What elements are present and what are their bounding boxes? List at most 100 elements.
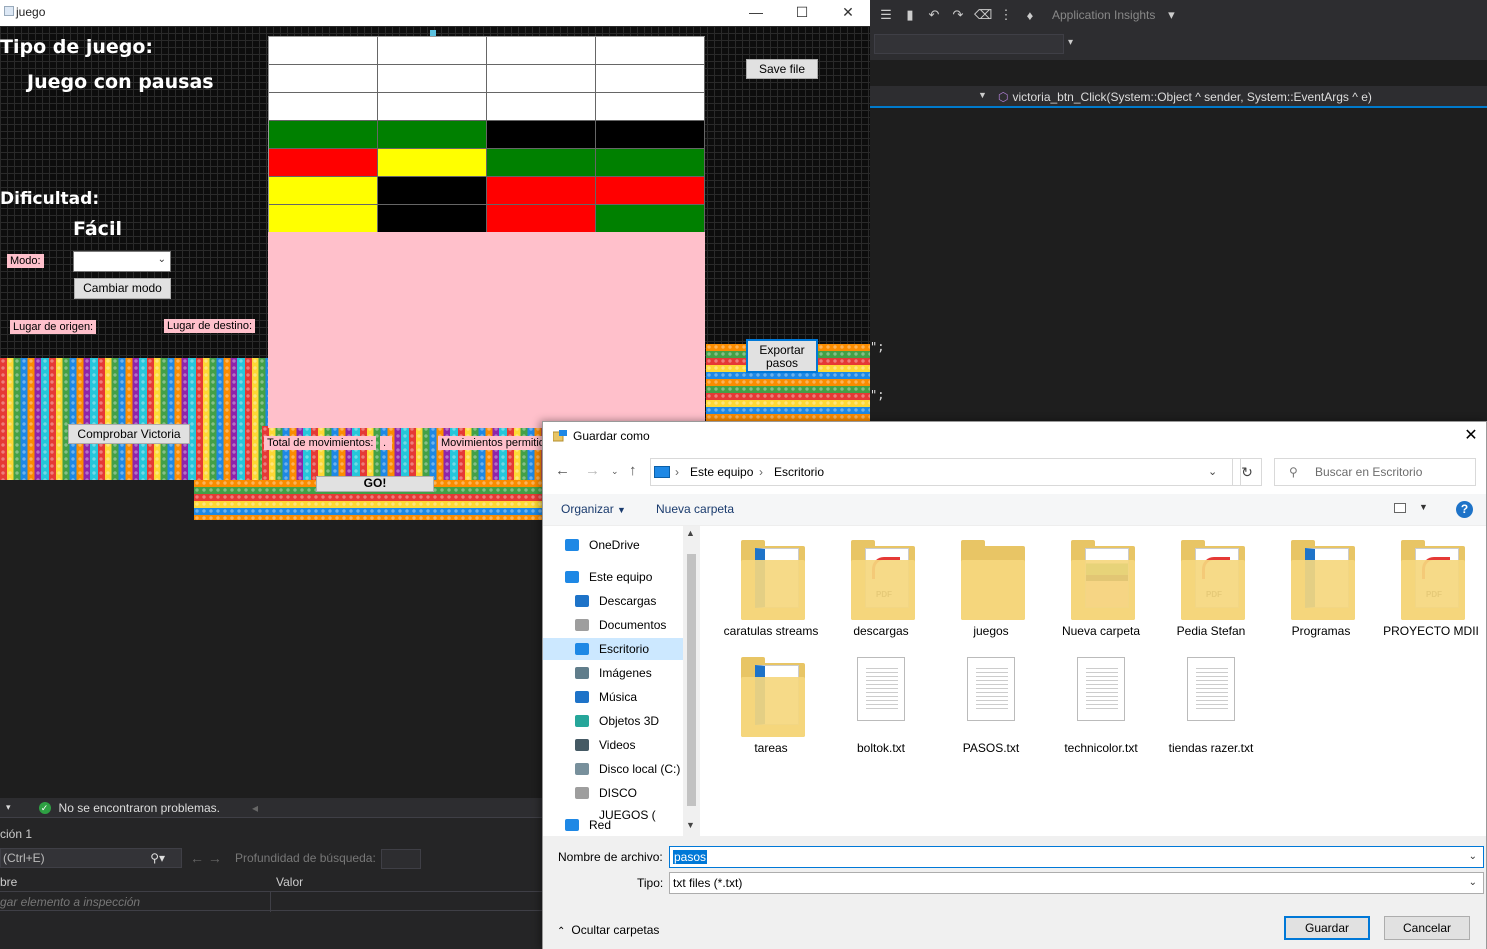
depth-combo[interactable] <box>381 849 421 869</box>
hide-folders-button[interactable]: ⌃ Ocultar carpetas <box>557 923 659 937</box>
tree-item[interactable]: OneDrive <box>543 534 683 556</box>
close-button[interactable]: ✕ <box>1456 422 1486 450</box>
back-icon[interactable]: ← <box>555 462 570 479</box>
dialog-titlebar[interactable]: Guardar como ✕ <box>543 422 1486 450</box>
cambiar-modo-button[interactable]: Cambiar modo <box>74 278 171 299</box>
board-cell[interactable] <box>487 65 596 93</box>
board-cell[interactable] <box>487 149 596 177</box>
breadcrumb-este-equipo[interactable]: Este equipo <box>690 459 753 485</box>
code-editor[interactable]: "; "; <box>870 108 1487 422</box>
save-button[interactable]: Guardar <box>1284 916 1370 940</box>
board-cell[interactable] <box>269 37 378 65</box>
watch-search-input[interactable]: (Ctrl+E) ⚲▾ <box>0 848 182 868</box>
chevron-right-icon[interactable]: › <box>675 459 679 485</box>
board-cell[interactable] <box>596 177 705 205</box>
tree-item[interactable]: Música <box>543 686 683 708</box>
board-cell[interactable] <box>378 177 487 205</box>
minimize-button[interactable]: — <box>733 2 779 24</box>
chevron-down-icon[interactable]: ▼ <box>978 90 987 100</box>
tree-item[interactable]: Objetos 3D <box>543 710 683 732</box>
tree-item[interactable]: Escritorio <box>543 638 683 660</box>
recent-locations-icon[interactable]: ⌄ <box>611 466 619 477</box>
board-cell[interactable] <box>487 93 596 121</box>
vs-config-combo[interactable] <box>874 34 1064 54</box>
board-cell[interactable] <box>596 205 705 233</box>
folder-item[interactable]: PDF PROYECTO MDII <box>1376 538 1486 638</box>
board-cell[interactable] <box>487 177 596 205</box>
search-icon[interactable]: ⚲▾ <box>150 849 165 867</box>
filename-input[interactable]: pasos ⌄ <box>669 846 1484 868</box>
board-cell[interactable] <box>378 37 487 65</box>
chevron-down-icon[interactable]: ⌄ <box>1469 847 1477 867</box>
exportar-pasos-button[interactable]: Exportar pasos <box>746 339 818 373</box>
board-cell[interactable] <box>487 37 596 65</box>
filetype-select[interactable]: txt files (*.txt) ⌄ <box>669 872 1484 894</box>
up-icon[interactable]: ↑ <box>629 462 637 479</box>
organizar-button[interactable]: Organizar ▼ <box>561 502 626 516</box>
chevron-right-icon[interactable]: › <box>759 459 763 485</box>
tree-item[interactable]: Documentos <box>543 614 683 636</box>
file-item[interactable]: PASOS.txt <box>936 655 1046 755</box>
close-button[interactable]: ✕ <box>825 2 871 24</box>
search-nav-arrows[interactable]: ← → <box>190 850 222 866</box>
file-item[interactable]: tiendas razer.txt <box>1156 655 1266 755</box>
folder-item[interactable]: juegos <box>936 538 1046 638</box>
scroll-thumb[interactable] <box>687 554 696 806</box>
comprobar-victoria-button[interactable]: Comprobar Victoria <box>68 424 190 444</box>
game-board[interactable] <box>268 36 705 233</box>
folder-item[interactable]: Nueva carpeta <box>1046 538 1156 638</box>
chevron-down-icon[interactable]: ▾ <box>1163 7 1179 23</box>
bookmark-icon[interactable]: ▮ <box>902 7 918 23</box>
format-icon[interactable]: ☰ <box>878 7 894 23</box>
tree-item[interactable]: Red <box>543 814 683 836</box>
bulb-icon[interactable]: ♦ <box>1022 8 1038 23</box>
board-cell[interactable] <box>269 149 378 177</box>
file-item[interactable]: technicolor.txt <box>1046 655 1156 755</box>
chevron-down-icon[interactable]: ▼ <box>1419 502 1428 512</box>
tree-item[interactable]: Disco local (C:) <box>543 758 683 780</box>
tree-item[interactable]: Este equipo <box>543 566 683 588</box>
bookmark-clear-icon[interactable]: ⌫ <box>974 7 992 23</box>
board-cell[interactable] <box>269 205 378 233</box>
application-insights-button[interactable]: Application Insights <box>1052 8 1155 22</box>
folder-item[interactable]: Programas <box>1266 538 1376 638</box>
help-icon[interactable]: ? <box>1456 501 1473 518</box>
tree-item[interactable]: DISCO JUEGOS ( <box>543 782 683 822</box>
member-dropdown[interactable]: ⬡ victoria_btn_Click(System::Object ^ sen… <box>998 90 1372 104</box>
folder-item[interactable]: tareas <box>716 655 826 755</box>
board-cell[interactable] <box>378 93 487 121</box>
go-button[interactable]: GO! <box>316 476 434 492</box>
address-bar[interactable]: › Este equipo › Escritorio ⌄ <box>650 458 1241 486</box>
modo-select[interactable]: ⌄ <box>73 251 171 272</box>
scroll-up-icon[interactable]: ▲ <box>686 528 695 538</box>
chevron-down-icon[interactable]: ▾ <box>1068 37 1073 48</box>
window-titlebar[interactable]: juego — ☐ ✕ <box>0 0 870 26</box>
overflow-icon[interactable]: ⋮ <box>998 7 1014 23</box>
navigation-scrollbar[interactable]: ▲ ▼ <box>683 526 700 836</box>
watch-add-row[interactable]: gar elemento a inspección <box>0 893 542 911</box>
tree-item[interactable]: Videos <box>543 734 683 756</box>
tree-item[interactable]: Descargas <box>543 590 683 612</box>
bookmark-next-icon[interactable]: ↷ <box>950 7 966 23</box>
board-cell[interactable] <box>596 93 705 121</box>
board-cell[interactable] <box>487 205 596 233</box>
scroll-down-icon[interactable]: ▼ <box>686 820 695 830</box>
board-empty-area[interactable] <box>268 232 705 428</box>
file-item[interactable]: boltok.txt <box>826 655 936 755</box>
scroll-left-icon[interactable]: ◂ <box>252 801 258 815</box>
nueva-carpeta-button[interactable]: Nueva carpeta <box>656 502 734 516</box>
board-cell[interactable] <box>487 121 596 149</box>
forward-icon[interactable]: → <box>585 462 600 479</box>
board-cell[interactable] <box>269 121 378 149</box>
refresh-icon[interactable]: ↻ <box>1232 458 1262 486</box>
board-cell[interactable] <box>378 149 487 177</box>
column-value[interactable]: Valor <box>276 875 303 889</box>
bookmark-prev-icon[interactable]: ↶ <box>926 7 942 23</box>
chevron-down-icon[interactable]: ▾ <box>6 802 11 813</box>
folder-item[interactable]: caratulas streams <box>716 538 826 638</box>
breadcrumb-escritorio[interactable]: Escritorio <box>774 459 824 485</box>
folder-item[interactable]: PDF Pedia Stefan <box>1156 538 1266 638</box>
column-name[interactable]: bre <box>0 875 17 889</box>
save-file-button[interactable]: Save file <box>746 59 818 79</box>
board-cell[interactable] <box>378 205 487 233</box>
